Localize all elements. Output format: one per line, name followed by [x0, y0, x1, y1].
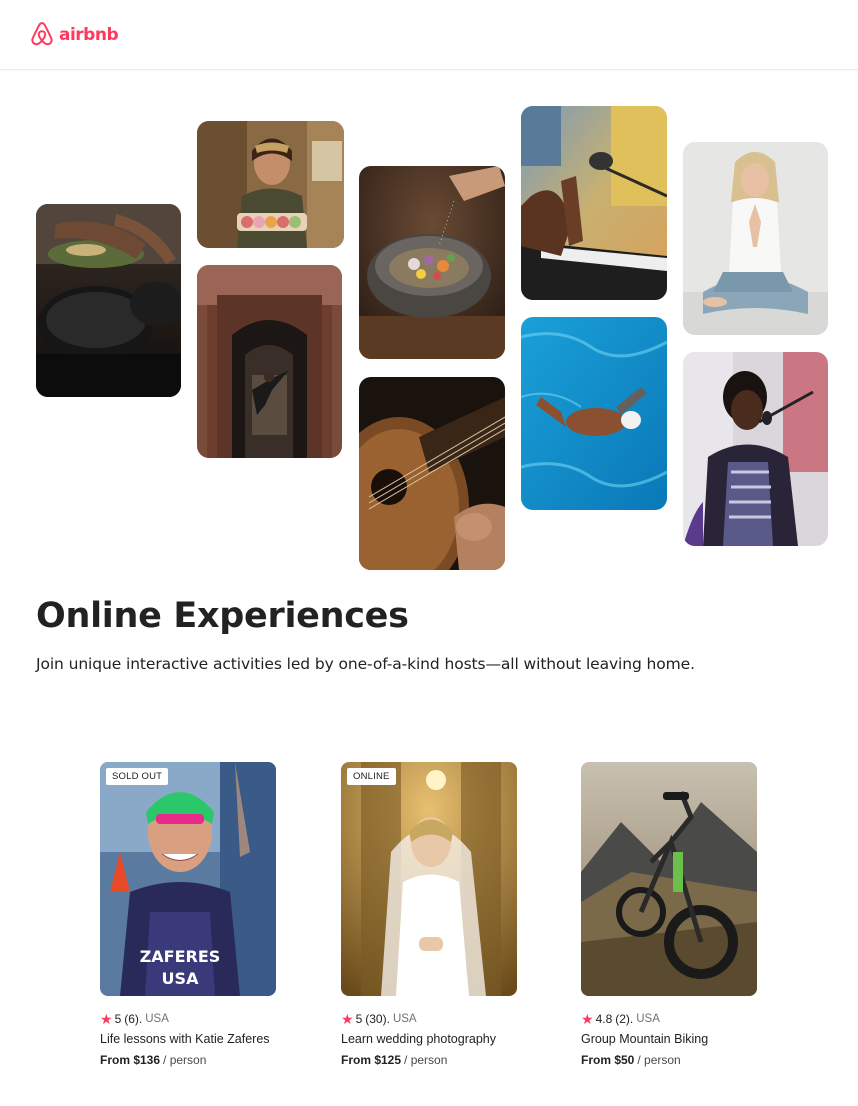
price-value: From $136 — [100, 1053, 161, 1067]
price-unit: / person — [163, 1053, 207, 1067]
card-image[interactable]: ZAFERES USA SOLD OUT — [100, 762, 276, 996]
rating-value: 5 — [355, 1012, 363, 1026]
experience-card[interactable]: ONLINE ★ 5 (30). USA Learn wedding photo… — [341, 762, 541, 1067]
rating-value: 5 — [114, 1012, 122, 1026]
svg-text:USA: USA — [162, 969, 200, 988]
page-title: Online Experiences — [36, 596, 409, 636]
baker-photo-icon — [197, 121, 344, 248]
airbnb-wordmark: airbnb — [59, 24, 119, 45]
price-row: From $136/ person — [100, 1053, 300, 1067]
piano-microphone-photo[interactable] — [521, 106, 667, 300]
card-image[interactable] — [581, 762, 757, 996]
experience-title[interactable]: Group Mountain Biking — [581, 1032, 781, 1046]
mountain-bike-photo-icon — [581, 762, 757, 996]
status-badge: ONLINE — [347, 768, 396, 785]
country-label: USA — [392, 1013, 417, 1025]
country-label: USA — [636, 1013, 660, 1025]
price-row: From $50/ person — [581, 1053, 781, 1067]
food-photo-icon — [359, 166, 505, 359]
price-unit: / person — [404, 1053, 448, 1067]
star-icon: ★ — [100, 1011, 113, 1027]
experience-title[interactable]: Learn wedding photography — [341, 1032, 541, 1046]
star-icon: ★ — [341, 1011, 354, 1027]
top-navigation-bar: airbnb — [0, 0, 858, 70]
page-subtitle: Join unique interactive activities led b… — [36, 655, 695, 673]
athlete-photo-icon: ZAFERES USA — [100, 762, 276, 996]
experience-title[interactable]: Life lessons with Katie Zaferes — [100, 1032, 300, 1046]
card-image[interactable]: ONLINE — [341, 762, 517, 996]
singer-photo-icon — [683, 352, 828, 546]
music-photo-icon — [521, 106, 667, 300]
rating-row: ★ 4.8 (2). USA — [581, 1012, 781, 1026]
status-badge: SOLD OUT — [106, 768, 169, 785]
rating-row: ★ 5 (30). USA — [341, 1012, 541, 1026]
price-unit: / person — [637, 1053, 681, 1067]
cooking-photo-icon — [36, 204, 181, 397]
bride-photo-icon — [341, 762, 517, 996]
cooking-pan-photo[interactable] — [36, 204, 181, 397]
airbnb-logo[interactable]: airbnb — [29, 21, 119, 48]
rating-value: 4.8 — [595, 1012, 613, 1026]
review-count: (2). — [615, 1012, 634, 1026]
woman-macarons-photo[interactable] — [197, 121, 344, 248]
guitar-photo[interactable] — [359, 377, 505, 570]
svg-text:ZAFERES: ZAFERES — [140, 947, 221, 966]
swimmer-pool-photo[interactable] — [521, 317, 667, 510]
star-icon: ★ — [581, 1011, 594, 1027]
airbnb-logo-icon — [31, 22, 53, 46]
guitar-photo-icon — [359, 377, 505, 570]
experience-card[interactable]: ★ 4.8 (2). USA Group Mountain Biking Fro… — [581, 762, 781, 1067]
price-value: From $50 — [581, 1053, 635, 1067]
rating-row: ★ 5 (6). USA — [100, 1012, 300, 1026]
yoga-photo-icon — [683, 142, 828, 335]
singer-microphone-photo[interactable] — [683, 352, 828, 546]
review-count: (30). — [365, 1012, 390, 1026]
gourmet-bowl-photo[interactable] — [359, 166, 505, 359]
dancer-doorway-photo[interactable] — [197, 265, 342, 458]
yoga-meditation-photo[interactable] — [683, 142, 828, 335]
country-label: USA — [145, 1013, 169, 1025]
review-count: (6). — [124, 1012, 143, 1026]
experience-card[interactable]: ZAFERES USA SOLD OUT ★ 5 (6). USA Life l… — [100, 762, 300, 1067]
dance-photo-icon — [197, 265, 342, 458]
price-row: From $125/ person — [341, 1053, 541, 1067]
swim-photo-icon — [521, 317, 667, 510]
price-value: From $125 — [341, 1053, 402, 1067]
